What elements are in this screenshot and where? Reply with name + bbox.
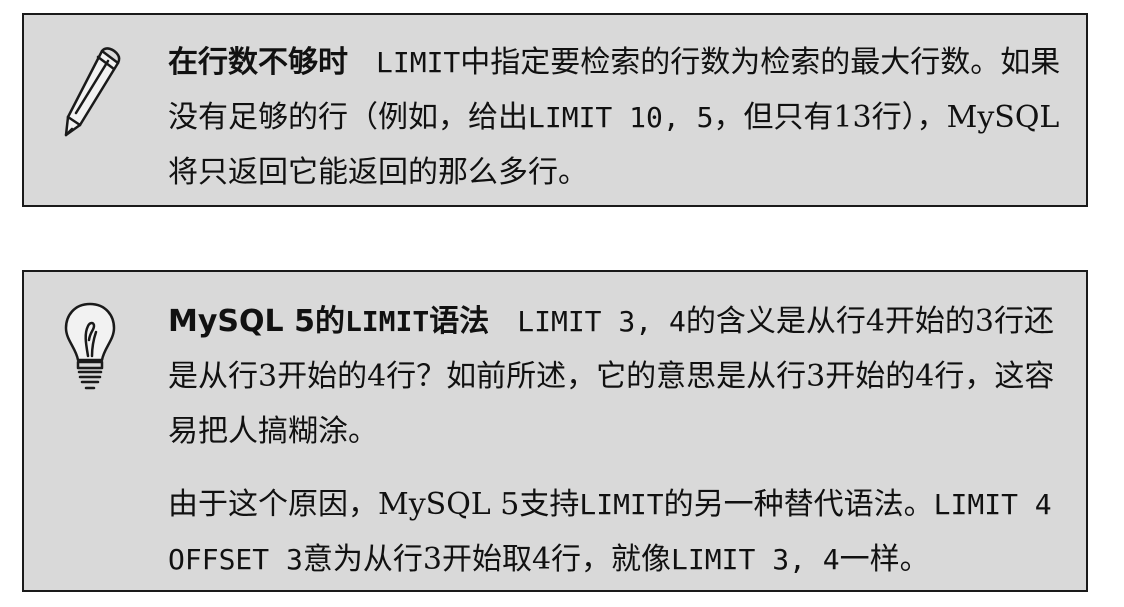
code-limit-3-4: LIMIT 3, 4 bbox=[517, 305, 686, 338]
code-limit-3-4: LIMIT 3, 4 bbox=[671, 543, 840, 576]
lightbulb-icon bbox=[62, 300, 118, 400]
note-text: 意为从行3开始取4行，就像 bbox=[302, 542, 672, 577]
code-limit: LIMIT bbox=[376, 46, 461, 79]
note-paragraph: MySQL 5的LIMIT语法 LIMIT 3, 4的含义是从行4开始的3行还是从… bbox=[168, 294, 1068, 459]
note-box-limit-syntax: MySQL 5的LIMIT语法 LIMIT 3, 4的含义是从行4开始的3行还是从… bbox=[22, 270, 1088, 592]
pencil-icon bbox=[62, 43, 124, 145]
note-text: 的另一种替代语法。 bbox=[663, 487, 934, 522]
code-limit: LIMIT bbox=[579, 488, 664, 521]
note-content: 在行数不够时 LIMIT中指定要检索的行数为检索的最大行数。如果没有足够的行（例如… bbox=[168, 35, 1068, 200]
note-box-limit-rows: 在行数不够时 LIMIT中指定要检索的行数为检索的最大行数。如果没有足够的行（例如… bbox=[22, 13, 1088, 207]
note-text: 一样。 bbox=[839, 542, 930, 577]
note-title: 在行数不够时 bbox=[168, 45, 348, 80]
note-title: MySQL 5的LIMIT语法 bbox=[168, 304, 490, 339]
note-paragraph: 由于这个原因，MySQL 5支持LIMIT的另一种替代语法。LIMIT 4 OF… bbox=[168, 477, 1068, 587]
note-text: 由于这个原因，MySQL 5支持 bbox=[168, 487, 580, 522]
code-limit-10-5: LIMIT 10, 5 bbox=[528, 101, 714, 134]
note-paragraph: 在行数不够时 LIMIT中指定要检索的行数为检索的最大行数。如果没有足够的行（例如… bbox=[168, 35, 1068, 200]
note-content: MySQL 5的LIMIT语法 LIMIT 3, 4的含义是从行4开始的3行还是从… bbox=[168, 294, 1068, 587]
